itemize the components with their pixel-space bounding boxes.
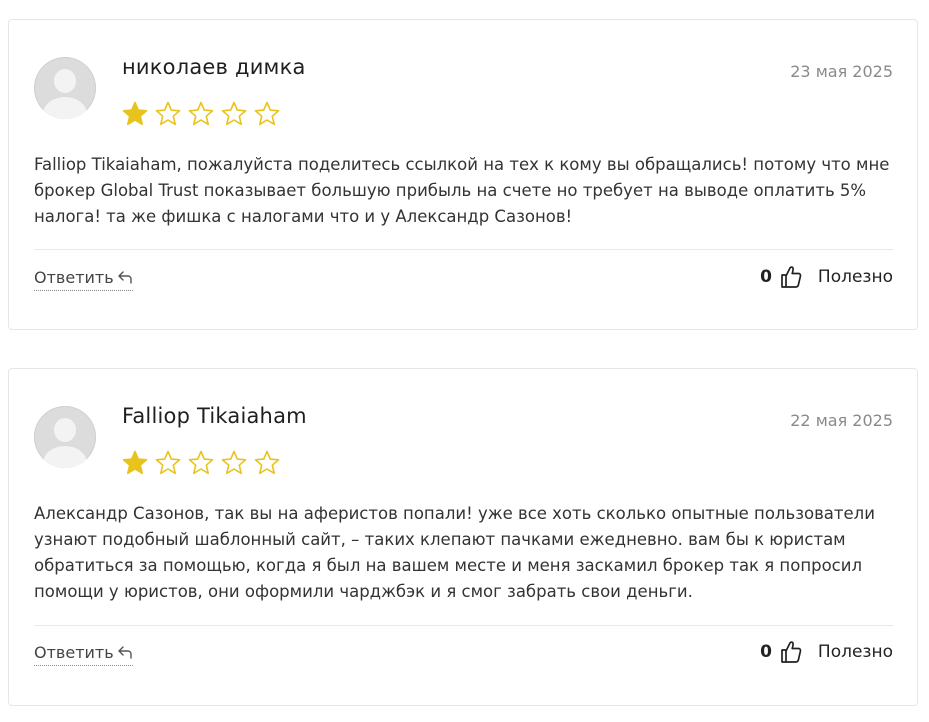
review-text: Falliop Tikaiaham, пожалуйста поделитесь…	[34, 155, 890, 226]
review-date: 22 мая 2025	[790, 411, 893, 430]
review-text: Александр Сазонов, так вы на аферистов п…	[34, 504, 875, 601]
thumbs-up-icon[interactable]	[780, 265, 802, 289]
reply-arrow-icon	[117, 645, 132, 659]
helpful-vote: 0 Полезно	[760, 265, 893, 289]
helpful-label[interactable]: Полезно	[818, 642, 893, 662]
star-empty-icon	[188, 101, 214, 126]
helpful-count: 0	[760, 642, 772, 662]
star-empty-icon	[254, 450, 280, 475]
reply-arrow-icon	[117, 270, 132, 284]
helpful-count: 0	[760, 267, 772, 287]
review-card: Falliop Tikaiaham 22 мая 2025 Александр …	[8, 368, 918, 706]
star-empty-icon	[155, 450, 181, 475]
reply-label: Ответить	[34, 643, 114, 662]
star-filled-icon	[122, 450, 148, 475]
review-author: николаев димка	[122, 55, 306, 79]
thumbs-up-icon[interactable]	[780, 640, 802, 664]
star-filled-icon	[122, 101, 148, 126]
reply-button[interactable]: Ответить	[34, 268, 133, 291]
star-empty-icon	[221, 101, 247, 126]
rating-stars	[121, 100, 281, 128]
reply-label: Ответить	[34, 268, 114, 287]
review-date: 23 мая 2025	[790, 62, 893, 81]
reply-button[interactable]: Ответить	[34, 643, 133, 666]
divider	[34, 625, 893, 626]
avatar	[34, 57, 96, 119]
rating-stars	[121, 449, 281, 477]
review-card: николаев димка 23 мая 2025 Falliop Tikai…	[8, 19, 918, 330]
helpful-label[interactable]: Полезно	[818, 267, 893, 287]
star-empty-icon	[254, 101, 280, 126]
avatar	[34, 406, 96, 468]
divider	[34, 249, 893, 250]
star-empty-icon	[188, 450, 214, 475]
review-author: Falliop Tikaiaham	[122, 404, 307, 428]
helpful-vote: 0 Полезно	[760, 640, 893, 664]
star-empty-icon	[155, 101, 181, 126]
star-empty-icon	[221, 450, 247, 475]
